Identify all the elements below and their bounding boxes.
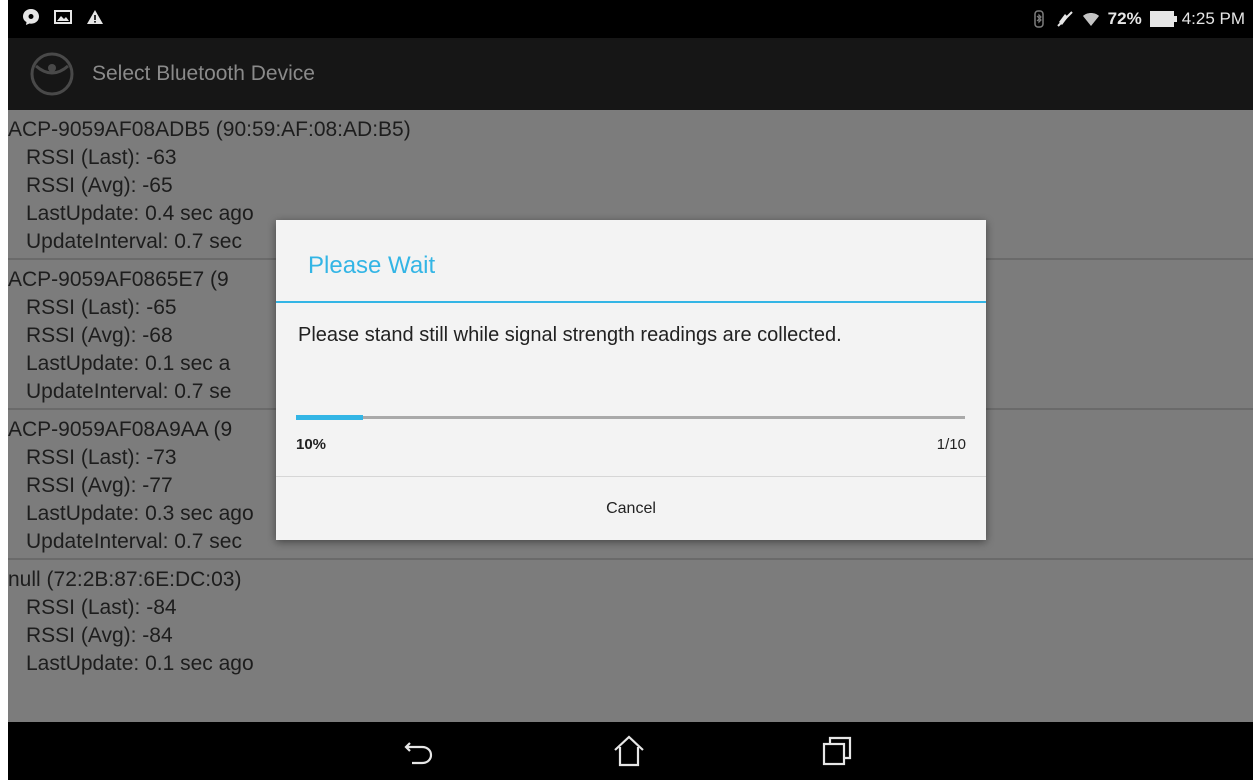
wifi-icon [1082, 13, 1099, 26]
home-icon[interactable] [612, 734, 646, 768]
list-item[interactable]: null (72:2B:87:6E:DC:03) RSSI (Last): -8… [8, 560, 1253, 680]
action-bar: Select Bluetooth Device [8, 38, 1253, 110]
please-wait-dialog: Please Wait Please stand still while sig… [276, 220, 986, 540]
back-icon[interactable] [402, 734, 436, 768]
status-time: 4:25 PM [1181, 9, 1245, 28]
bluetooth-icon [1033, 10, 1044, 28]
status-bar-notifications [22, 8, 104, 26]
device-name: ACP-9059AF08ADB5 (90:59:AF:08:AD:B5) [8, 118, 411, 141]
dialog-title-divider [276, 301, 986, 303]
progress-bar [296, 415, 965, 420]
status-bar-system: 72% 4:25 PM [1030, 9, 1245, 29]
progress-percent: 10% [296, 436, 327, 453]
page-title: Select Bluetooth Device [92, 62, 315, 85]
progress-count: 1/10 [936, 436, 966, 453]
rssi-avg: RSSI (Avg): -84 [26, 624, 173, 647]
rssi-avg: RSSI (Avg): -65 [26, 174, 173, 197]
dialog-title: Please Wait [308, 252, 436, 279]
cancel-button[interactable]: Cancel [276, 477, 986, 540]
status-bar: 72% 4:25 PM [8, 0, 1253, 38]
device-name: null (72:2B:87:6E:DC:03) [8, 568, 242, 591]
messenger-icon [23, 9, 39, 25]
no-sound-icon [1056, 11, 1073, 27]
recent-apps-icon[interactable] [820, 734, 854, 768]
rssi-last: RSSI (Last): -84 [26, 596, 177, 619]
image-icon [54, 10, 72, 24]
battery-icon [1149, 11, 1177, 27]
app-logo-icon[interactable] [28, 50, 76, 98]
last-update: LastUpdate: 0.1 sec ago [26, 652, 254, 675]
dialog-message: Please stand still while signal strength… [298, 324, 842, 346]
navigation-bar [8, 722, 1253, 780]
rssi-last: RSSI (Last): -63 [26, 146, 177, 169]
progress-bar-fill [296, 415, 363, 420]
warning-icon [87, 10, 103, 24]
battery-percent: 72% [1107, 9, 1142, 28]
